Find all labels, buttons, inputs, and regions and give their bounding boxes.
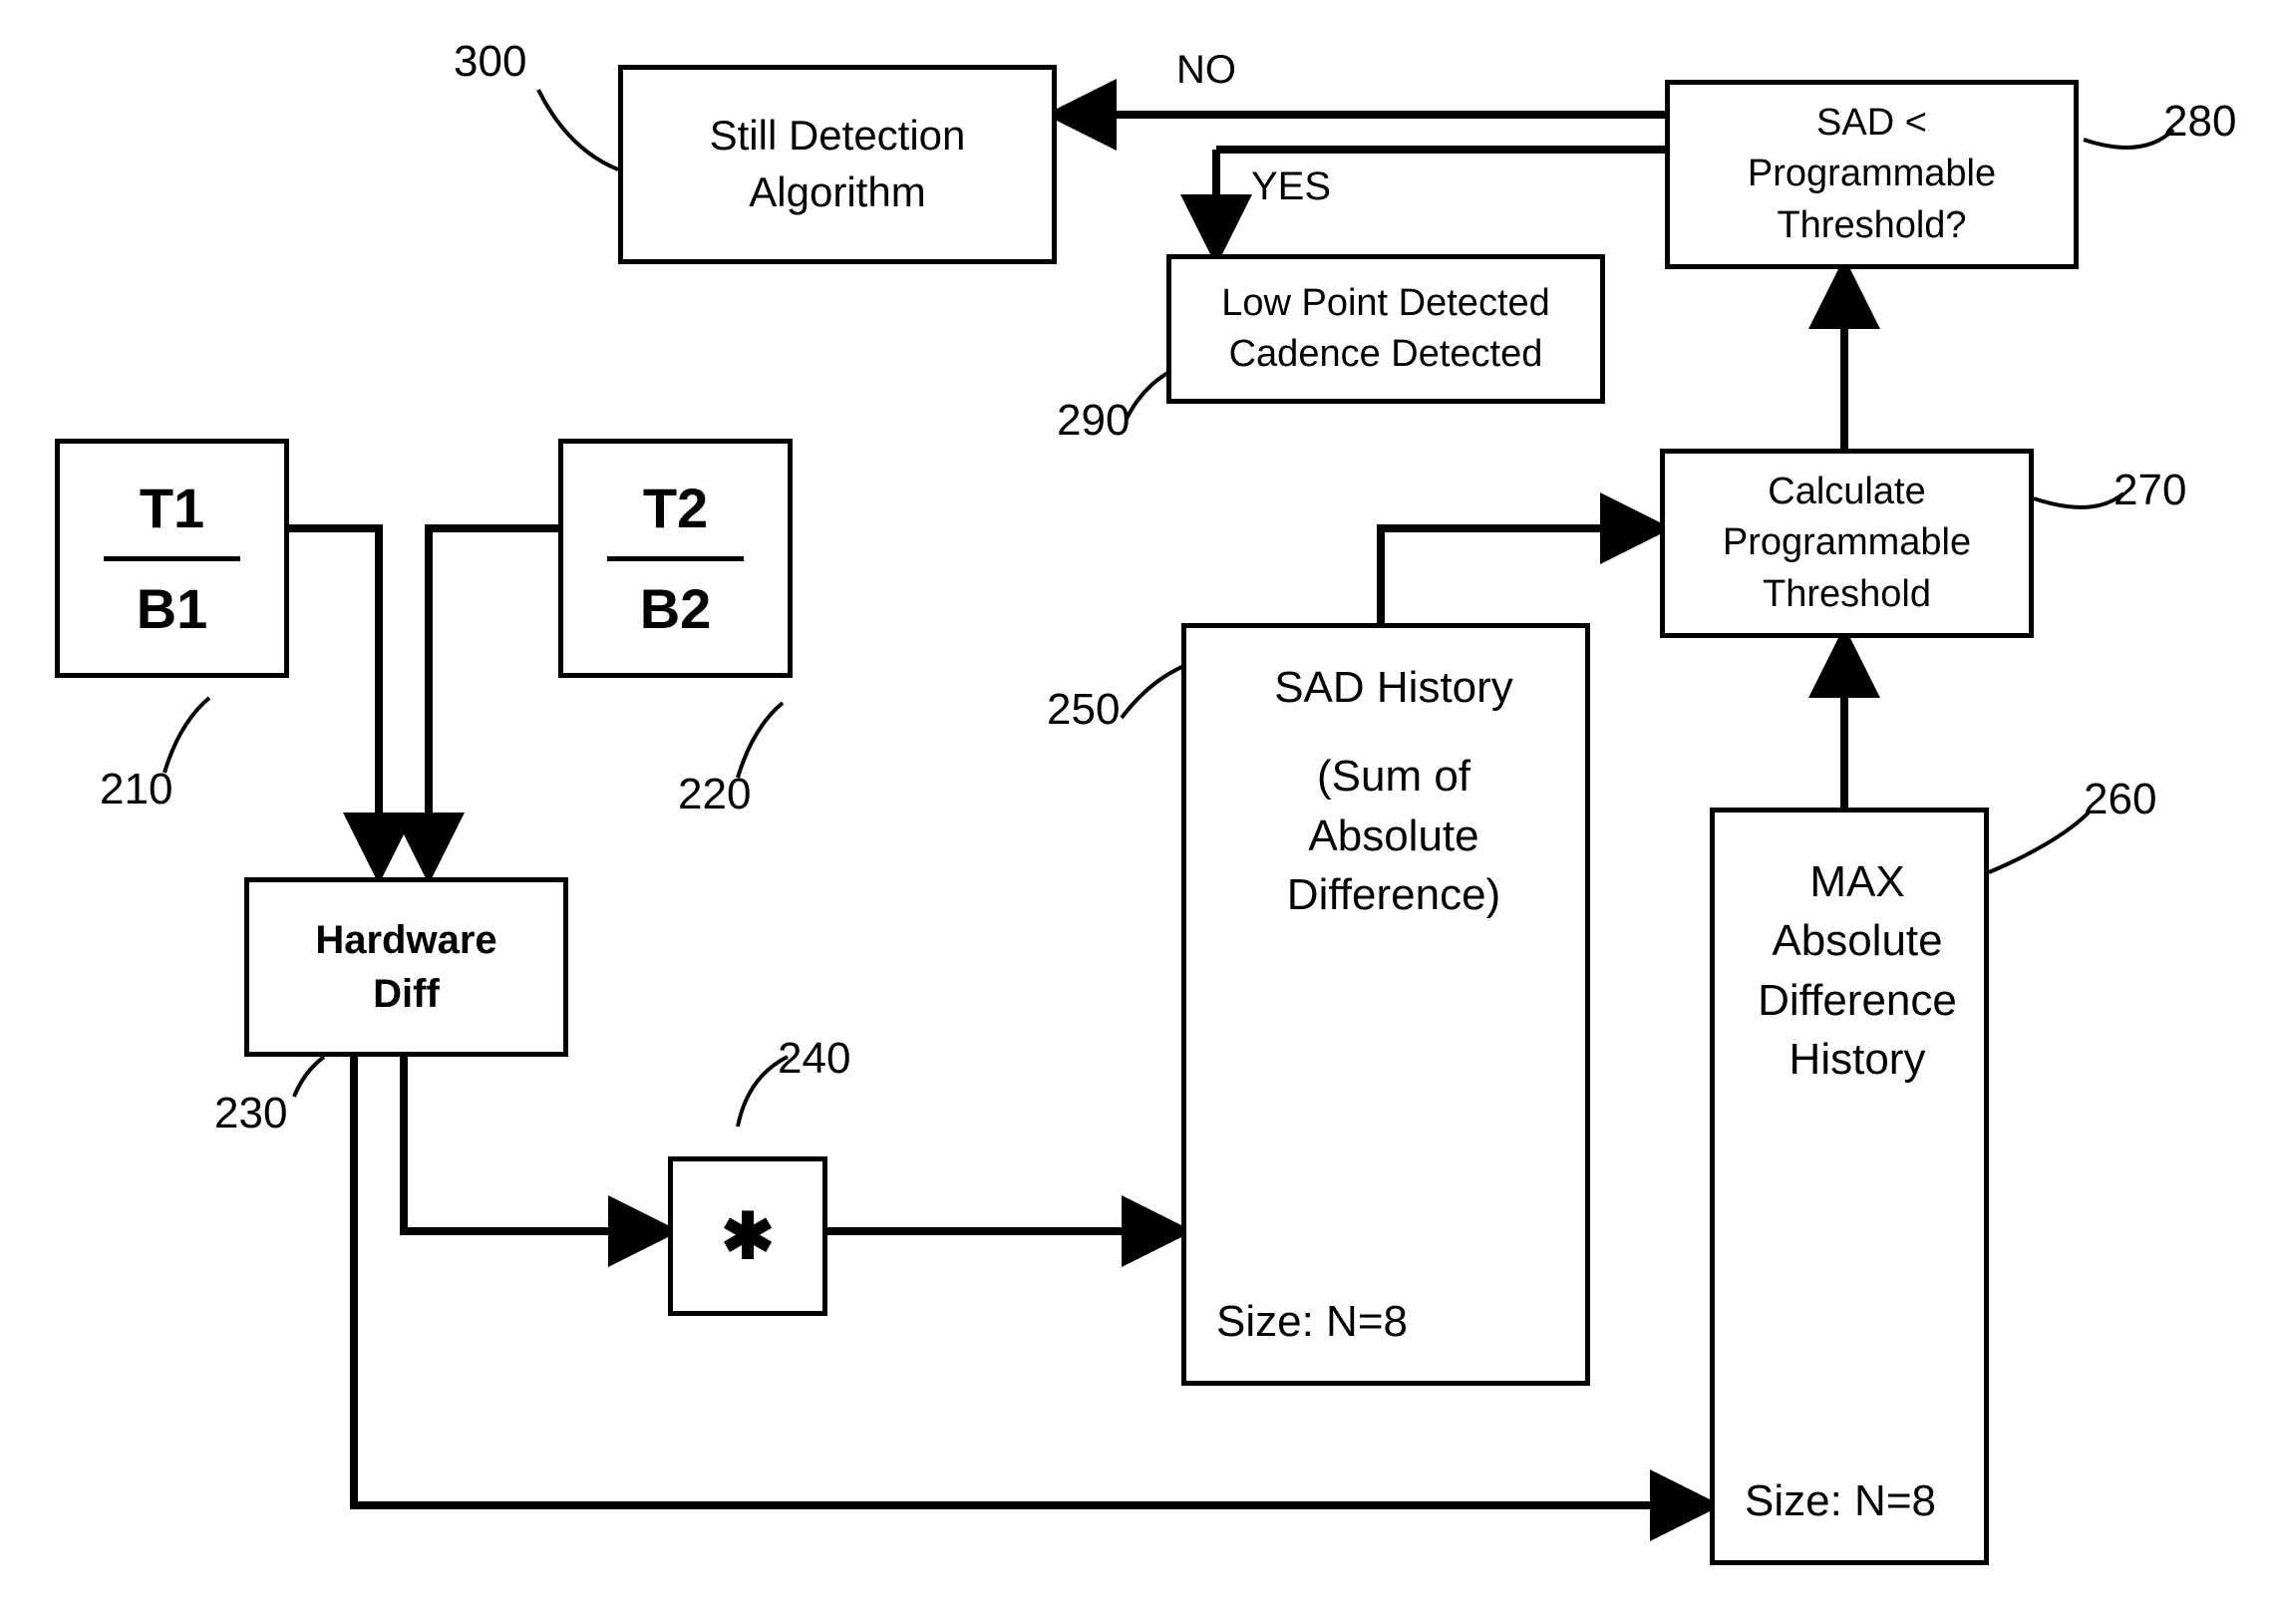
diagram-canvas: T1 B1 T2 B2 Hardware Diff ✱ SAD History … — [0, 0, 2280, 1624]
label-t1: T1 — [140, 471, 204, 546]
block-calc-threshold: Calculate Programmable Threshold — [1660, 449, 2034, 638]
label-low-point-cadence: Low Point Detected Cadence Detected — [1221, 278, 1550, 381]
block-field-t2b2: T2 B2 — [558, 439, 793, 678]
label-threshold-check: SAD < Programmable Threshold? — [1748, 98, 1996, 251]
label-max-abs-diff-title: MAX Absolute Difference History — [1745, 852, 1970, 1090]
edge-label-no: NO — [1176, 48, 1236, 93]
block-threshold-check: SAD < Programmable Threshold? — [1665, 80, 2079, 269]
ref-300: 300 — [454, 40, 526, 84]
label-sad-history-sub: (Sum of Absolute Difference) — [1216, 747, 1571, 924]
label-sad-history-size: Size: N=8 — [1216, 1292, 1408, 1371]
label-still-detection: Still Detection Algorithm — [710, 108, 966, 220]
ref-240: 240 — [778, 1037, 850, 1081]
ref-220: 220 — [678, 773, 751, 816]
ref-210: 210 — [100, 768, 172, 812]
ref-250: 250 — [1047, 688, 1120, 732]
ref-280: 280 — [2163, 100, 2236, 144]
block-hardware-diff: Hardware Diff — [244, 877, 568, 1057]
label-b1: B1 — [137, 571, 208, 647]
divider — [104, 556, 241, 561]
label-sad-history-title: SAD History — [1216, 658, 1571, 717]
divider — [607, 556, 745, 561]
label-calc-threshold: Calculate Programmable Threshold — [1723, 467, 1971, 620]
label-b2: B2 — [640, 571, 712, 647]
ref-230: 230 — [214, 1092, 287, 1136]
ref-260: 260 — [2084, 778, 2156, 821]
block-sad-history: SAD History (Sum of Absolute Difference)… — [1181, 623, 1590, 1386]
ref-270: 270 — [2114, 469, 2186, 512]
ref-290: 290 — [1057, 399, 1130, 443]
label-t2: T2 — [643, 471, 708, 546]
edge-label-yes: YES — [1251, 164, 1331, 209]
block-field-t1b1: T1 B1 — [55, 439, 289, 678]
block-weighting: ✱ — [668, 1156, 827, 1316]
block-still-detection: Still Detection Algorithm — [618, 65, 1057, 264]
block-low-point-cadence: Low Point Detected Cadence Detected — [1166, 254, 1605, 404]
block-max-abs-diff-history: MAX Absolute Difference History Size: N=… — [1710, 808, 1989, 1565]
asterisk-icon: ✱ — [721, 1193, 775, 1279]
label-max-abs-diff-size: Size: N=8 — [1745, 1471, 1936, 1550]
label-hardware-diff: Hardware Diff — [315, 913, 496, 1021]
